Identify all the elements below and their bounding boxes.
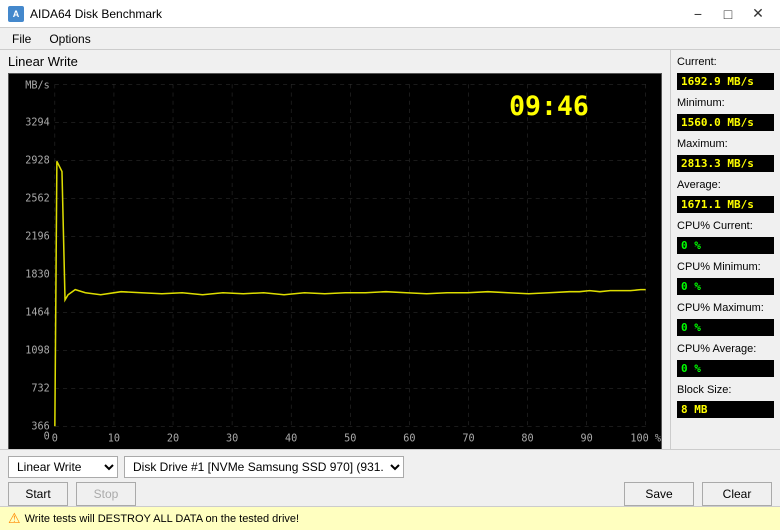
menu-options[interactable]: Options: [41, 30, 98, 47]
current-value: 1692.9 MB/s: [677, 73, 774, 90]
cpu-minimum-value: 0 %: [677, 278, 774, 295]
cpu-current-label: CPU% Current:: [677, 220, 774, 232]
stop-button[interactable]: Stop: [76, 482, 136, 506]
svg-text:MB/s: MB/s: [25, 80, 50, 91]
svg-text:09:46: 09:46: [509, 91, 589, 122]
maximum-label: Maximum:: [677, 138, 774, 150]
svg-text:10: 10: [108, 434, 120, 445]
title-bar-left: A AIDA64 Disk Benchmark: [8, 6, 162, 22]
app-icon: A: [8, 6, 24, 22]
window-title: AIDA64 Disk Benchmark: [30, 7, 162, 21]
svg-text:50: 50: [344, 434, 356, 445]
clear-button[interactable]: Clear: [702, 482, 772, 506]
cpu-current-value: 0 %: [677, 237, 774, 254]
average-label: Average:: [677, 179, 774, 191]
mode-dropdown[interactable]: Linear Write Linear Read Random Write Ra…: [8, 456, 118, 478]
close-button[interactable]: ✕: [744, 4, 772, 24]
svg-text:2928: 2928: [25, 155, 50, 166]
minimum-value: 1560.0 MB/s: [677, 114, 774, 131]
svg-text:1830: 1830: [25, 269, 50, 280]
warning-text: Write tests will DESTROY ALL DATA on the…: [25, 513, 300, 525]
block-size-label: Block Size:: [677, 384, 774, 396]
maximize-button[interactable]: □: [714, 4, 742, 24]
cpu-maximum-label: CPU% Maximum:: [677, 302, 774, 314]
controls-row: Linear Write Linear Read Random Write Ra…: [0, 450, 780, 482]
menu-bar: File Options: [0, 28, 780, 50]
maximum-value: 2813.3 MB/s: [677, 155, 774, 172]
title-bar: A AIDA64 Disk Benchmark − □ ✕: [0, 0, 780, 28]
average-value: 1671.1 MB/s: [677, 196, 774, 213]
warning-icon: ⚠: [8, 510, 21, 527]
svg-text:732: 732: [31, 383, 49, 394]
chart-title: Linear Write: [8, 54, 662, 69]
svg-text:1464: 1464: [25, 307, 50, 318]
svg-text:100 %: 100 %: [630, 434, 661, 445]
warning-bar: ⚠ Write tests will DESTROY ALL DATA on t…: [0, 506, 780, 530]
minimum-label: Minimum:: [677, 97, 774, 109]
bottom-section: Linear Write Linear Read Random Write Ra…: [0, 449, 780, 530]
svg-text:30: 30: [226, 434, 238, 445]
svg-text:40: 40: [285, 434, 297, 445]
svg-text:80: 80: [521, 434, 533, 445]
block-size-value: 8 MB: [677, 401, 774, 418]
svg-text:60: 60: [403, 434, 415, 445]
app-window: A AIDA64 Disk Benchmark − □ ✕ File Optio…: [0, 0, 780, 530]
svg-text:20: 20: [167, 434, 179, 445]
current-label: Current:: [677, 56, 774, 68]
center-section: Linear Write: [0, 50, 780, 449]
svg-text:70: 70: [462, 434, 474, 445]
svg-text:1098: 1098: [25, 345, 50, 356]
cpu-average-label: CPU% Average:: [677, 343, 774, 355]
svg-text:3294: 3294: [25, 117, 50, 128]
stats-panel: Current: 1692.9 MB/s Minimum: 1560.0 MB/…: [670, 50, 780, 449]
cpu-maximum-value: 0 %: [677, 319, 774, 336]
cpu-average-value: 0 %: [677, 360, 774, 377]
svg-text:2196: 2196: [25, 231, 50, 242]
svg-text:0: 0: [52, 434, 58, 445]
menu-file[interactable]: File: [4, 30, 39, 47]
svg-text:90: 90: [580, 434, 592, 445]
save-button[interactable]: Save: [624, 482, 694, 506]
chart-panel: Linear Write: [0, 50, 670, 449]
window-controls: − □ ✕: [684, 4, 772, 24]
disk-dropdown[interactable]: Disk Drive #1 [NVMe Samsung SSD 970] (93…: [124, 456, 404, 478]
chart-svg: MB/s 3294 2928 2562 2196 1830 1464 1098 …: [9, 74, 661, 449]
chart-container: MB/s 3294 2928 2562 2196 1830 1464 1098 …: [8, 73, 662, 449]
cpu-minimum-label: CPU% Minimum:: [677, 261, 774, 273]
svg-text:2562: 2562: [25, 193, 50, 204]
svg-text:0: 0: [44, 432, 50, 443]
buttons-row: Start Stop Save Clear: [0, 482, 780, 506]
start-button[interactable]: Start: [8, 482, 68, 506]
minimize-button[interactable]: −: [684, 4, 712, 24]
